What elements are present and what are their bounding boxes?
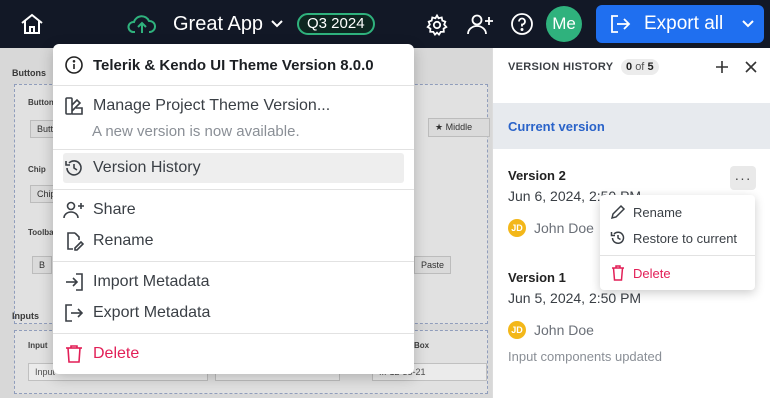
pencil-icon <box>610 204 626 220</box>
trash-icon <box>610 265 626 281</box>
app-menu: Telerik & Kendo UI Theme Version 8.0.0 M… <box>53 44 414 374</box>
menu-item-label: Manage Project Theme Version... <box>93 97 331 114</box>
menu-item-import-metadata[interactable]: Import Metadata <box>63 269 404 295</box>
cloud-upload-icon[interactable] <box>127 12 157 36</box>
version-description: Input components updated <box>508 349 662 364</box>
add-user-icon <box>63 199 85 221</box>
info-icon <box>63 54 85 76</box>
divider <box>53 149 414 150</box>
close-icon[interactable] <box>744 60 758 74</box>
version-title[interactable]: Version 2 <box>508 168 566 183</box>
version-author: JD John Doe <box>508 219 594 237</box>
help-icon[interactable] <box>510 12 534 36</box>
menu-item-version-history[interactable]: Version History <box>63 153 404 183</box>
avatar: JD <box>508 321 526 339</box>
current-version-label: Current version <box>508 119 605 134</box>
chevron-down-icon <box>741 19 755 29</box>
panel-title: VERSION HISTORY <box>508 61 614 73</box>
context-item-rename[interactable]: Rename <box>610 204 682 220</box>
menu-item-delete[interactable]: Delete <box>63 341 404 367</box>
export-all-label: Export all <box>644 13 724 34</box>
top-bar: Great App Q3 2024 Me Export all <box>0 0 770 48</box>
version-date: Jun 5, 2024, 2:50 PM <box>508 290 642 306</box>
menu-item-label: Export Metadata <box>93 304 211 321</box>
version-title[interactable]: Version 1 <box>508 270 566 285</box>
divider <box>53 333 414 334</box>
history-icon <box>610 230 626 246</box>
menu-header: Telerik & Kendo UI Theme Version 8.0.0 <box>63 53 404 77</box>
home-icon[interactable] <box>18 11 46 37</box>
menu-item-label: Delete <box>93 345 140 362</box>
history-icon <box>63 157 85 179</box>
app-title[interactable]: Great App <box>173 12 263 36</box>
trash-icon <box>63 343 85 365</box>
divider <box>53 189 414 190</box>
menu-item-subtext: A new version is now available. <box>92 123 300 140</box>
context-item-restore[interactable]: Restore to current <box>610 230 737 246</box>
menu-item-label: Import Metadata <box>93 273 210 290</box>
export-all-button[interactable]: Export all <box>596 5 764 43</box>
chevron-down-icon[interactable] <box>268 14 286 34</box>
more-options-button[interactable]: ··· <box>730 166 756 190</box>
menu-item-manage-theme-version[interactable]: Manage Project Theme Version... <box>63 93 404 119</box>
version-context-menu: Rename Restore to current Delete <box>600 195 755 290</box>
add-user-icon[interactable] <box>465 11 495 37</box>
divider <box>53 85 414 86</box>
menu-header-label: Telerik & Kendo UI Theme Version 8.0.0 <box>93 56 374 74</box>
menu-item-rename[interactable]: Rename <box>63 228 404 254</box>
export-icon <box>608 13 632 35</box>
menu-item-label: Share <box>93 201 136 218</box>
current-version-row[interactable]: Current version <box>493 103 770 149</box>
divider <box>53 261 414 262</box>
export-icon <box>63 302 85 324</box>
menu-item-export-metadata[interactable]: Export Metadata <box>63 300 404 326</box>
menu-item-label: Rename <box>93 232 154 249</box>
add-icon[interactable] <box>714 59 730 75</box>
version-count-badge: 0 of 5 <box>621 59 659 75</box>
divider <box>600 255 755 256</box>
version-author: JD John Doe <box>508 321 594 339</box>
context-item-delete[interactable]: Delete <box>610 265 671 281</box>
theme-icon <box>63 95 85 117</box>
avatar: JD <box>508 219 526 237</box>
menu-item-label: Version History <box>93 159 201 176</box>
gear-icon[interactable] <box>424 12 450 38</box>
quarter-badge: Q3 2024 <box>297 13 375 35</box>
menu-item-share[interactable]: Share <box>63 197 404 223</box>
user-avatar[interactable]: Me <box>546 6 582 42</box>
rename-icon <box>63 230 85 252</box>
import-icon <box>63 271 85 293</box>
